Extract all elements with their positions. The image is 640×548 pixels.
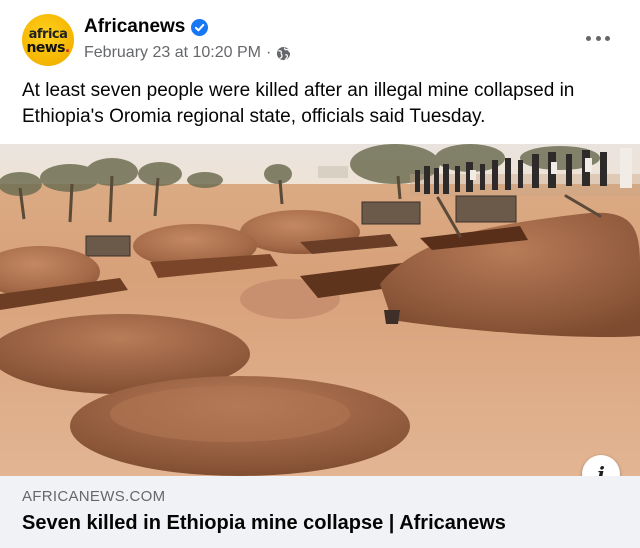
post-photo[interactable] — [0, 144, 640, 476]
avatar-text-line2: news. — [26, 39, 70, 56]
link-domain: AFRICANEWS.COM — [22, 488, 166, 505]
post-timestamp-link[interactable]: February 23 at 10:20 PM — [84, 44, 261, 62]
more-options-icon[interactable] — [586, 28, 610, 48]
post-text: At least seven people were killed after … — [22, 80, 575, 127]
page-avatar[interactable]: africa news. — [22, 14, 74, 66]
avatar-dot: . — [64, 39, 70, 56]
link-headline[interactable]: Seven killed in Ethiopia mine collapse |… — [22, 512, 506, 535]
facebook-post-card: africa news. Africanews February 23 at 1… — [0, 0, 640, 548]
page-name-link[interactable]: Africanews — [84, 16, 185, 38]
photo-mine-graves-scene — [0, 144, 640, 476]
verified-badge-icon — [191, 19, 208, 36]
more-dot — [605, 35, 610, 41]
meta-separator: · — [265, 44, 272, 61]
more-dot — [586, 35, 591, 41]
post-header: africa news. Africanews February 23 at 1… — [0, 0, 640, 76]
globe-icon[interactable] — [276, 46, 291, 61]
avatar-text-line2-word: news — [26, 39, 65, 56]
post-meta: February 23 at 10:20 PM · — [84, 44, 291, 62]
more-dot — [595, 35, 601, 41]
